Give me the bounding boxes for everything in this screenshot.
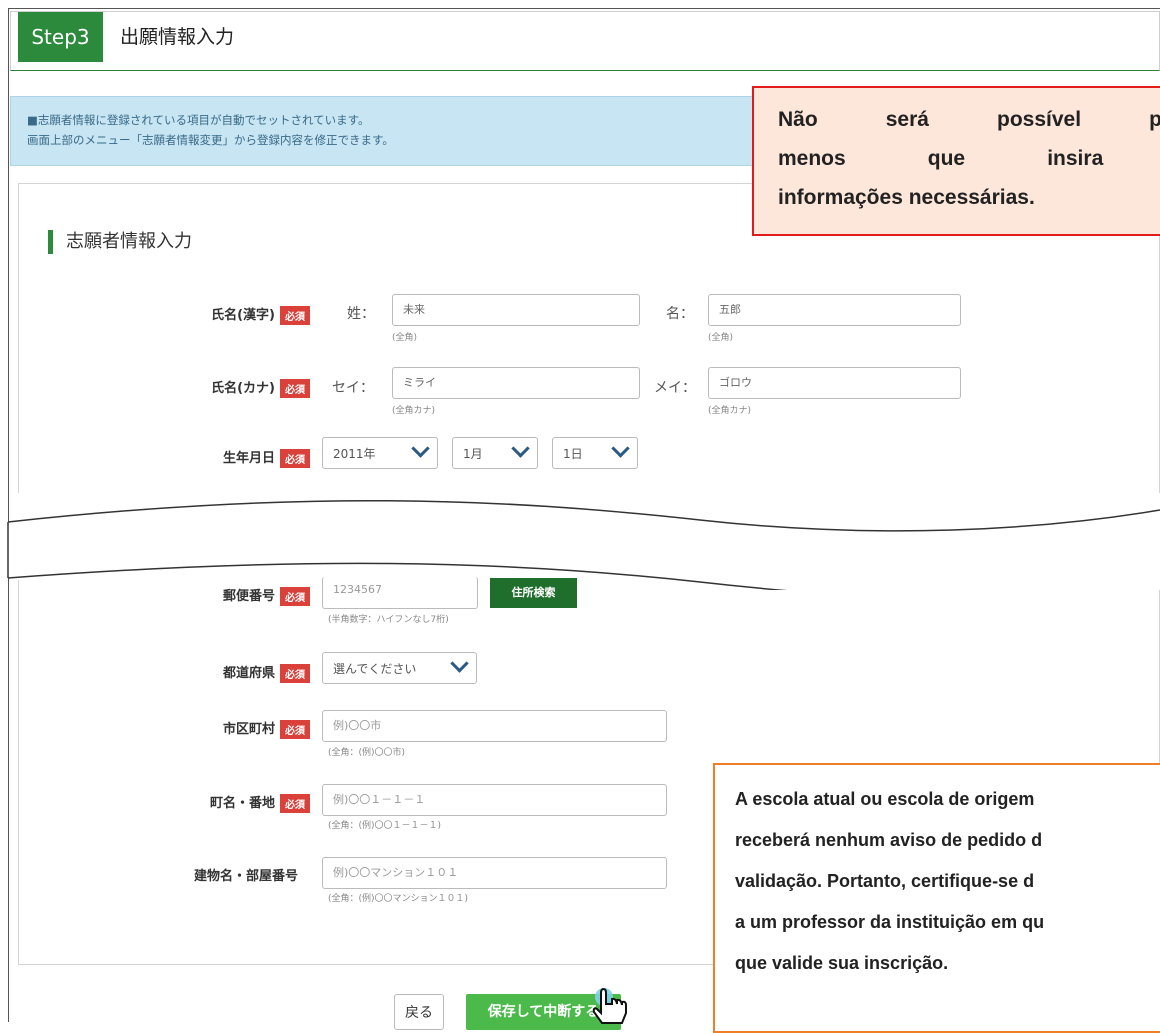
callout-required-warning: Não será possível prosse menos que insir… (752, 86, 1160, 236)
city-label: 市区町村 必須 (150, 718, 310, 739)
building-label: 建物名・部屋番号 (150, 865, 298, 884)
step-title: 出願情報入力 (120, 26, 235, 48)
required-badge: 必須 (280, 379, 310, 398)
street-label-text: 町名・番地 (209, 796, 275, 811)
callout-top-line-1: Não será possível prosse (778, 100, 1160, 139)
mei-kana-hint: (全角カナ) (708, 406, 752, 416)
sei-kana-input[interactable]: ミライ (392, 367, 640, 399)
mei-kana-label: メイ： (654, 380, 696, 396)
required-badge: 必須 (280, 449, 310, 468)
callout-word: possível (997, 108, 1082, 131)
step-badge: Step3 (18, 12, 103, 62)
birth-day-value: 1日 (563, 447, 583, 461)
required-badge: 必須 (280, 587, 310, 606)
city-hint: (全角：(例)〇〇市) (328, 748, 406, 758)
postal-input[interactable]: 1234567 (322, 577, 478, 609)
callout-word: insira (1047, 147, 1104, 170)
prefecture-select[interactable]: 選んでください (322, 652, 477, 684)
callout-top-line-2: menos que insira tod (778, 139, 1160, 178)
building-label-text: 建物名・部屋番号 (193, 869, 298, 884)
birth-year-select[interactable]: 2011年 (322, 437, 438, 469)
name-kana-label: 氏名(カナ) 必須 (150, 377, 310, 398)
chevron-down-icon (450, 654, 469, 673)
sei-kanji-hint: (全角) (392, 333, 418, 343)
callout-word: menos (778, 147, 846, 170)
postal-label: 郵便番号 必須 (150, 585, 310, 606)
city-label-text: 市区町村 (222, 722, 275, 737)
building-input[interactable]: 例)〇〇マンション１０１ (322, 857, 667, 889)
postal-label-text: 郵便番号 (222, 589, 275, 604)
name-kanji-label-text: 氏名(漢字) (211, 308, 275, 323)
hand-pointer-icon (592, 987, 627, 1024)
mei-kanji-hint: (全角) (708, 333, 734, 343)
street-input[interactable]: 例)〇〇１－１－１ (322, 784, 667, 816)
chevron-down-icon (411, 439, 430, 458)
birth-month-select[interactable]: 1月 (452, 437, 538, 469)
callout-word: prosse (1149, 100, 1160, 139)
birth-year-value: 2011年 (333, 447, 376, 461)
required-badge: 必須 (280, 794, 310, 813)
prefecture-label-text: 都道府県 (222, 666, 275, 681)
birthdate-label-text: 生年月日 (222, 451, 275, 466)
callout-bottom-line-2: receberá nenhum aviso de pedido d (735, 830, 1043, 850)
birth-day-select[interactable]: 1日 (552, 437, 638, 469)
sei-kanji-input[interactable]: 未来 (392, 294, 640, 326)
required-badge: 必須 (280, 306, 310, 325)
postal-hint: (半角数字：ハイフンなし7桁) (328, 615, 449, 625)
sei-kana-hint: (全角カナ) (392, 406, 436, 416)
sei-label: 姓： (347, 306, 375, 322)
page-break-illustration (7, 499, 1160, 590)
birthdate-label: 生年月日 必須 (150, 447, 310, 468)
building-hint: (全角：(例)〇〇マンション１０１) (328, 894, 469, 904)
city-input[interactable]: 例)〇〇市 (322, 710, 667, 742)
prefecture-label: 都道府県 必須 (150, 662, 310, 683)
street-label: 町名・番地 必須 (150, 792, 310, 813)
chevron-down-icon (611, 439, 630, 458)
name-kanji-label: 氏名(漢字) 必須 (150, 304, 310, 325)
birth-month-value: 1月 (463, 447, 483, 461)
callout-word: Não (778, 108, 818, 131)
name-kana-label-text: 氏名(カナ) (211, 381, 275, 396)
callout-school-notice: A escola atual ou escola de origem receb… (713, 763, 1160, 1033)
required-badge: 必須 (280, 720, 310, 739)
mei-kanji-input[interactable]: 五郎 (708, 294, 961, 326)
section-title: 志願者情報入力 (48, 230, 192, 254)
sei-kana-label: セイ： (332, 380, 374, 396)
mei-kana-input[interactable]: ゴロウ (708, 367, 961, 399)
prefecture-value: 選んでください (333, 662, 417, 676)
street-hint: (全角：(例)〇〇１－１－１) (328, 821, 442, 831)
chevron-down-icon (511, 439, 530, 458)
callout-bottom-line-3: validação. Portanto, certifique-se d (735, 871, 1035, 891)
callout-bottom-line-4: a um professor da instituição em qu (735, 912, 1045, 932)
required-badge: 必須 (280, 664, 310, 683)
mei-label: 名： (666, 306, 694, 322)
callout-bottom-line-1: A escola atual ou escola de origem (735, 789, 1035, 809)
address-search-button[interactable]: 住所検索 (490, 578, 577, 608)
back-button[interactable]: 戻る (394, 994, 444, 1030)
callout-top-line-3: informações necessárias. (778, 186, 1035, 209)
callout-bottom-line-5: que valide sua inscrição. (735, 953, 949, 973)
callout-word: será (885, 108, 929, 131)
callout-word: que (927, 147, 966, 170)
